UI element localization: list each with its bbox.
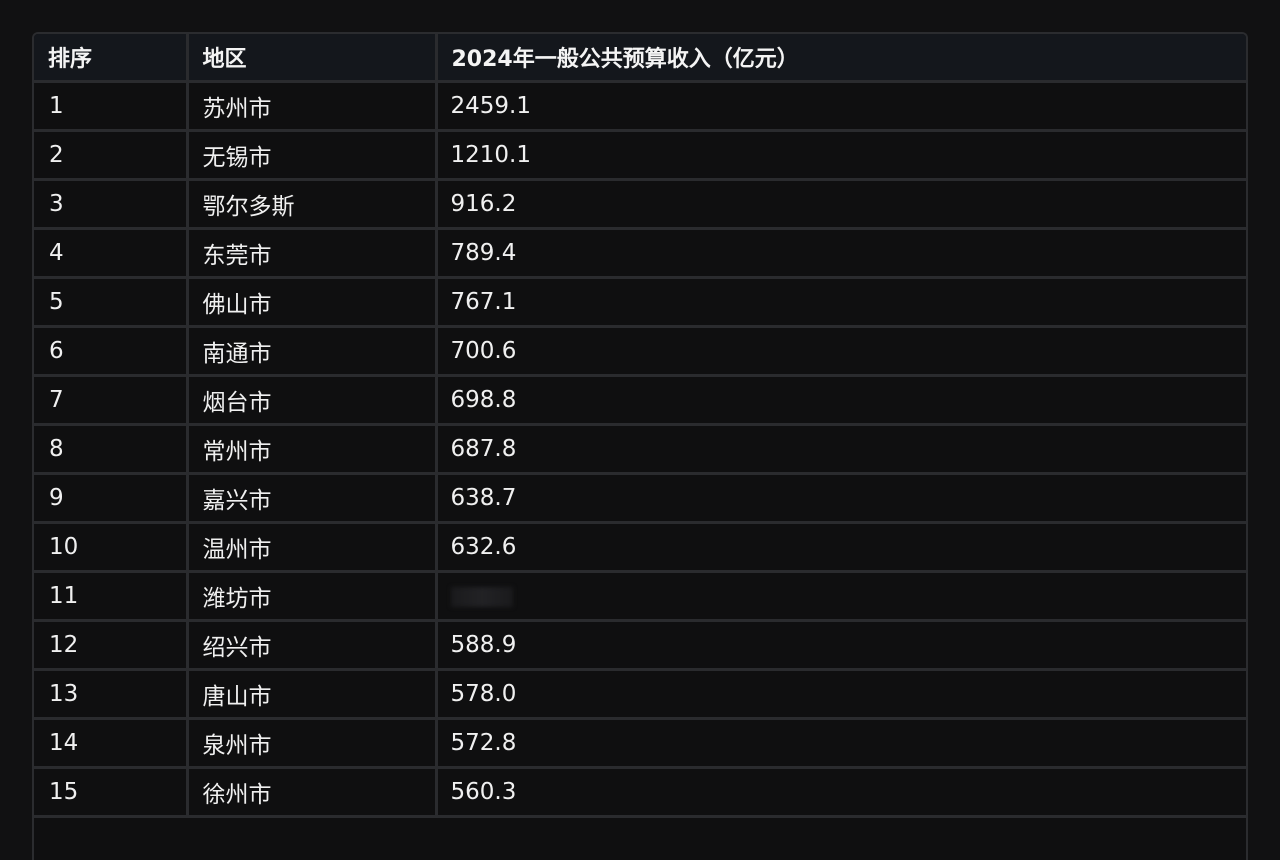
rank-cell: 13 bbox=[34, 668, 189, 720]
table-row: 15 徐州市 560.3 bbox=[34, 766, 1246, 818]
region-cell: 嘉兴市 bbox=[185, 472, 438, 524]
table-row: 11 潍坊市 bbox=[34, 570, 1246, 622]
revenue-cell: 588.9 bbox=[434, 619, 1246, 671]
header-rank: 排序 bbox=[34, 34, 189, 83]
rank-cell: 4 bbox=[34, 227, 189, 279]
revenue-ranking-table-container: 排序 地区 2024年一般公共预算收入（亿元） 1 苏州市 2459.1 2 无锡市 12… bbox=[32, 32, 1248, 860]
table-row: 10 温州市 632.6 bbox=[34, 521, 1246, 573]
revenue-cell: 698.8 bbox=[434, 374, 1246, 426]
revenue-ranking-table: 排序 地区 2024年一般公共预算收入（亿元） 1 苏州市 2459.1 2 无锡市 12… bbox=[34, 34, 1246, 818]
region-cell: 泉州市 bbox=[185, 717, 438, 769]
table-row: 1 苏州市 2459.1 bbox=[34, 80, 1246, 132]
table-row: 5 佛山市 767.1 bbox=[34, 276, 1246, 328]
region-cell: 南通市 bbox=[185, 325, 438, 377]
region-cell: 无锡市 bbox=[185, 129, 438, 181]
table-row: 9 嘉兴市 638.7 bbox=[34, 472, 1246, 524]
rank-cell: 2 bbox=[34, 129, 189, 181]
table-row: 2 无锡市 1210.1 bbox=[34, 129, 1246, 181]
revenue-cell: 572.8 bbox=[434, 717, 1246, 769]
revenue-cell: 632.6 bbox=[434, 521, 1246, 573]
rank-cell: 6 bbox=[34, 325, 189, 377]
revenue-cell: 789.4 bbox=[434, 227, 1246, 279]
revenue-cell: 767.1 bbox=[434, 276, 1246, 328]
region-cell: 烟台市 bbox=[185, 374, 438, 426]
rank-cell: 8 bbox=[34, 423, 189, 475]
table-row: 4 东莞市 789.4 bbox=[34, 227, 1246, 279]
region-cell: 绍兴市 bbox=[185, 619, 438, 671]
revenue-cell: 578.0 bbox=[434, 668, 1246, 720]
rank-cell: 11 bbox=[34, 570, 189, 622]
rank-cell: 10 bbox=[34, 521, 189, 573]
revenue-cell bbox=[434, 570, 1246, 622]
rank-cell: 7 bbox=[34, 374, 189, 426]
revenue-cell: 687.8 bbox=[434, 423, 1246, 475]
table-row: 12 绍兴市 588.9 bbox=[34, 619, 1246, 671]
region-cell: 徐州市 bbox=[185, 766, 438, 818]
revenue-cell: 1210.1 bbox=[434, 129, 1246, 181]
rank-cell: 3 bbox=[34, 178, 189, 230]
revenue-cell: 638.7 bbox=[434, 472, 1246, 524]
region-cell: 佛山市 bbox=[185, 276, 438, 328]
region-cell: 潍坊市 bbox=[185, 570, 438, 622]
region-cell: 鄂尔多斯 bbox=[185, 178, 438, 230]
table-row: 8 常州市 687.8 bbox=[34, 423, 1246, 475]
table-row: 3 鄂尔多斯 916.2 bbox=[34, 178, 1246, 230]
table-body: 1 苏州市 2459.1 2 无锡市 1210.1 3 鄂尔多斯 916.2 4 东莞市 789.4 5… bbox=[34, 80, 1246, 818]
region-cell: 温州市 bbox=[185, 521, 438, 573]
region-cell: 唐山市 bbox=[185, 668, 438, 720]
rank-cell: 1 bbox=[34, 80, 189, 132]
revenue-cell: 916.2 bbox=[434, 178, 1246, 230]
rank-cell: 14 bbox=[34, 717, 189, 769]
table-row: 6 南通市 700.6 bbox=[34, 325, 1246, 377]
table-row: 7 烟台市 698.8 bbox=[34, 374, 1246, 426]
region-cell: 东莞市 bbox=[185, 227, 438, 279]
obscured-value bbox=[450, 586, 513, 607]
table-row: 14 泉州市 572.8 bbox=[34, 717, 1246, 769]
header-row: 排序 地区 2024年一般公共预算收入（亿元） bbox=[34, 34, 1246, 83]
revenue-cell: 2459.1 bbox=[434, 80, 1246, 132]
revenue-cell: 560.3 bbox=[434, 766, 1246, 818]
rank-cell: 5 bbox=[34, 276, 189, 328]
region-cell: 常州市 bbox=[185, 423, 438, 475]
rank-cell: 9 bbox=[34, 472, 189, 524]
region-cell: 苏州市 bbox=[185, 80, 438, 132]
revenue-cell: 700.6 bbox=[434, 325, 1246, 377]
header-region: 地区 bbox=[185, 34, 438, 83]
rank-cell: 12 bbox=[34, 619, 189, 671]
rank-cell: 15 bbox=[34, 766, 189, 818]
table-header: 排序 地区 2024年一般公共预算收入（亿元） bbox=[34, 34, 1246, 83]
header-revenue: 2024年一般公共预算收入（亿元） bbox=[434, 34, 1246, 83]
table-row: 13 唐山市 578.0 bbox=[34, 668, 1246, 720]
